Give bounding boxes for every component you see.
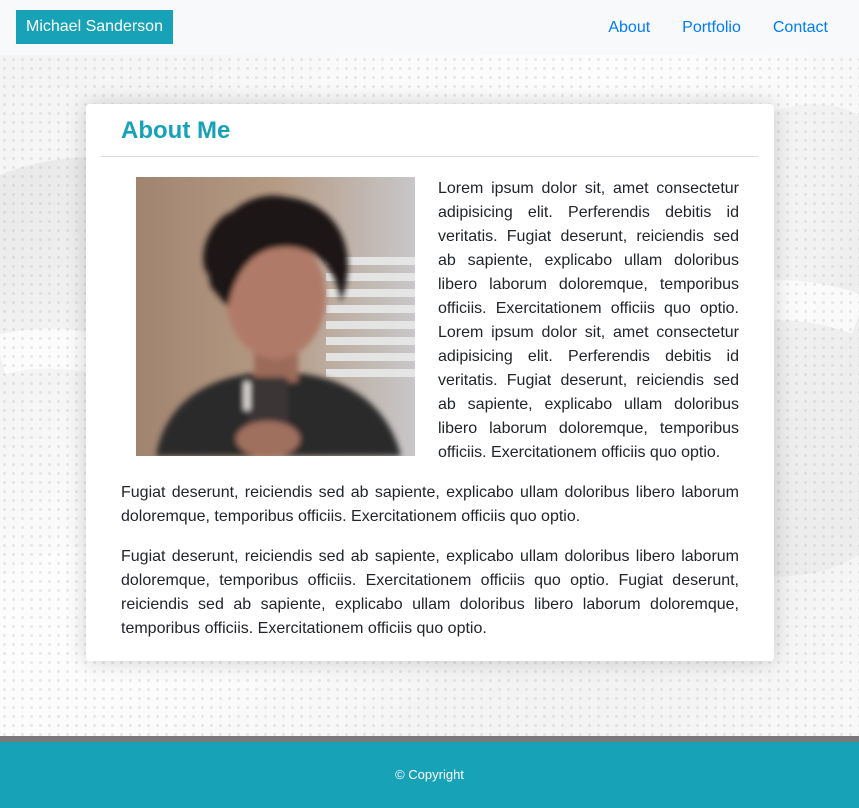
card-divider — [101, 156, 759, 157]
navbar: Michael Sanderson About Portfolio Contac… — [0, 0, 859, 55]
nav-links: About Portfolio Contact — [576, 0, 828, 55]
profile-photo — [136, 177, 415, 456]
about-paragraph-1: Lorem ipsum dolor sit, amet consectetur … — [438, 180, 739, 461]
copyright-text: © Copyright — [395, 767, 464, 782]
nav-link-contact[interactable]: Contact — [773, 19, 828, 37]
footer: © Copyright — [0, 742, 859, 808]
about-paragraph-2: Fugiat deserunt, reiciendis sed ab sapie… — [121, 484, 739, 525]
about-card: About Me Lorem ipsum dolor sit, amet con… — [86, 104, 774, 661]
nav-link-portfolio[interactable]: Portfolio — [682, 19, 741, 37]
card-title: About Me — [121, 117, 231, 144]
about-paragraph-3: Fugiat deserunt, reiciendis sed ab sapie… — [121, 548, 739, 637]
nav-link-about[interactable]: About — [608, 19, 650, 37]
brand-button[interactable]: Michael Sanderson — [16, 10, 173, 44]
